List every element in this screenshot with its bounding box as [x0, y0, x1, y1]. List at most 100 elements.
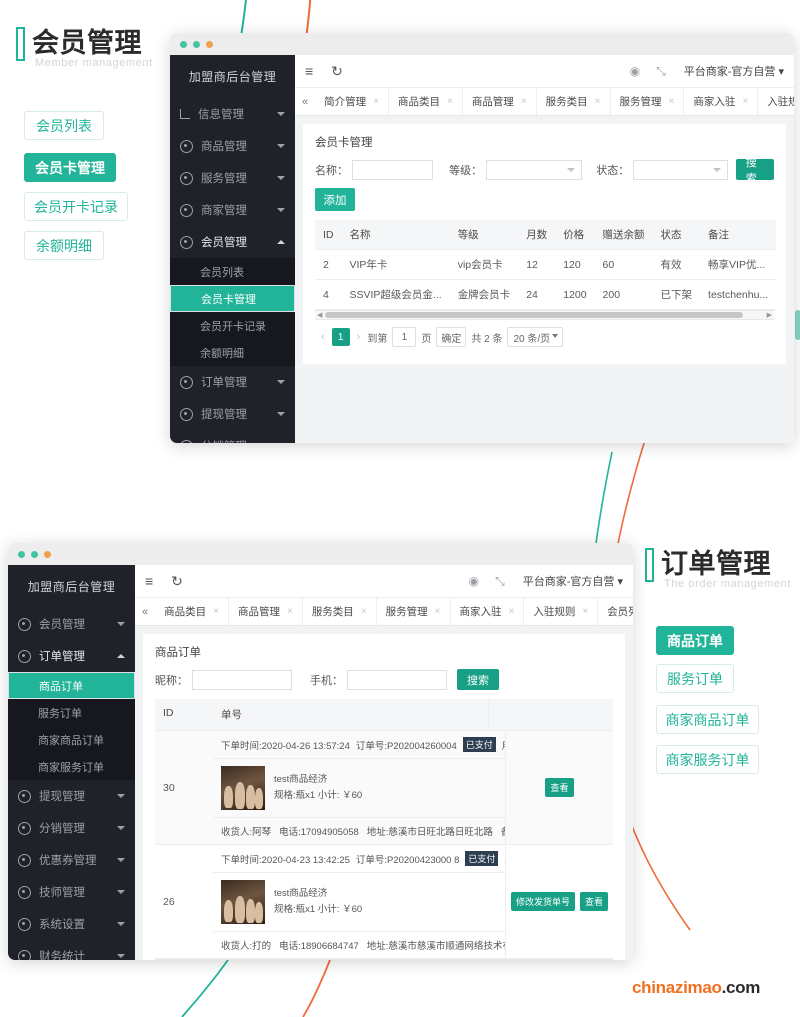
sidebar-item-提现管理[interactable]: 提现管理 — [8, 780, 135, 812]
tab-服务类目[interactable]: 服务类目 × — [537, 88, 611, 115]
confirm-button[interactable]: 确定 — [436, 327, 467, 347]
menu-collapse-icon[interactable]: ≡ — [145, 573, 153, 589]
tabs-scroll-left-icon[interactable]: « — [135, 606, 155, 618]
table-horizontal-scrollbar[interactable]: ◀ ▶ — [315, 310, 774, 320]
fullscreen-icon[interactable]: ⤡ — [656, 64, 666, 79]
window-maximize-dot[interactable] — [44, 550, 51, 558]
table-row[interactable]: 30 下单时间:2020-04-26 13:57:24 订单号:P2020042… — [155, 731, 613, 845]
phone-input[interactable] — [347, 669, 447, 690]
sidebar-item-分销管理[interactable]: 分销管理 — [8, 812, 135, 844]
search-button[interactable]: 搜索 — [735, 157, 775, 185]
tab-商品类目[interactable]: 商品类目 × — [155, 598, 229, 625]
sidebar-item-优惠券管理[interactable]: 优惠券管理 — [8, 844, 135, 876]
palette-icon[interactable]: ◉ — [630, 64, 640, 78]
level-select[interactable] — [486, 159, 583, 180]
sidebar-subitem-会员开卡记录[interactable]: 会员开卡记录 — [170, 312, 295, 339]
order-tag-服务订单[interactable]: 服务订单 — [656, 664, 734, 693]
add-button[interactable]: 添加 — [315, 188, 355, 211]
window-close-dot[interactable] — [180, 40, 187, 48]
user-menu[interactable]: 平台商家-官方自营 ▾ — [684, 63, 784, 79]
close-icon[interactable]: × — [435, 606, 441, 617]
member-tag-会员列表[interactable]: 会员列表 — [24, 111, 104, 140]
per-page-select[interactable]: 20 条/页 — [507, 327, 564, 347]
scroll-left-arrow-icon[interactable]: ◀ — [317, 311, 322, 319]
sidebar-subitem-商家服务订单[interactable]: 商家服务订单 — [8, 753, 135, 780]
tab-商家入驻[interactable]: 商家入驻 × — [451, 598, 525, 625]
sidebar-subitem-商家商品订单[interactable]: 商家商品订单 — [8, 726, 135, 753]
sidebar-item-分销管理[interactable]: 分销管理 — [170, 430, 295, 443]
refresh-icon[interactable]: ↻ — [331, 63, 343, 80]
tab-入驻规则[interactable]: 入驻规则 — [758, 88, 794, 115]
sidebar-item-订单管理[interactable]: 订单管理 — [8, 640, 135, 672]
close-icon[interactable]: × — [287, 606, 293, 617]
sidebar-item-会员管理[interactable]: 会员管理 — [8, 608, 135, 640]
tabs-scroll-left-icon[interactable]: « — [295, 96, 315, 108]
close-icon[interactable]: × — [669, 96, 675, 107]
table-row[interactable]: 26 下单时间:2020-04-23 13:42:25 订单号:P2020042… — [155, 845, 613, 959]
tab-简介管理[interactable]: 简介管理 × — [315, 88, 389, 115]
sidebar-subitem-会员列表[interactable]: 会员列表 — [170, 258, 295, 285]
name-input[interactable] — [352, 159, 434, 180]
page-number-1[interactable]: 1 — [331, 328, 350, 346]
order-tag-商家服务订单[interactable]: 商家服务订单 — [656, 745, 759, 774]
sidebar-subitem-会员卡管理[interactable]: 会员卡管理 — [170, 285, 295, 312]
tab-商品类目[interactable]: 商品类目 × — [389, 88, 463, 115]
close-icon[interactable]: × — [521, 96, 527, 107]
refresh-icon[interactable]: ↻ — [171, 573, 183, 590]
status-select[interactable] — [633, 159, 728, 180]
tab-商品管理[interactable]: 商品管理 × — [463, 88, 537, 115]
sidebar-item-信息管理[interactable]: 信息管理 — [170, 98, 295, 130]
goto-page-input[interactable]: 1 — [392, 327, 417, 347]
sidebar-item-商品管理[interactable]: 商品管理 — [170, 130, 295, 162]
sidebar-item-财务统计[interactable]: 财务统计 — [8, 940, 135, 960]
window-maximize-dot[interactable] — [206, 40, 213, 48]
sidebar-subitem-余额明细[interactable]: 余额明细 — [170, 339, 295, 366]
order-tag-商家商品订单[interactable]: 商家商品订单 — [656, 705, 759, 734]
nickname-input[interactable] — [192, 669, 292, 690]
tab-服务类目[interactable]: 服务类目 × — [303, 598, 377, 625]
search-button[interactable]: 搜索 — [457, 669, 499, 690]
view-button[interactable]: 查看 — [545, 778, 574, 797]
close-icon[interactable]: × — [361, 606, 367, 617]
member-tag-会员开卡记录[interactable]: 会员开卡记录 — [24, 192, 128, 221]
sidebar-item-订单管理[interactable]: 订单管理 — [170, 366, 295, 398]
sidebar-item-商家管理[interactable]: 商家管理 — [170, 194, 295, 226]
sidebar-subitem-商品订单[interactable]: 商品订单 — [8, 672, 135, 699]
view-button[interactable]: 查看 — [580, 892, 609, 911]
sidebar-item-技师管理[interactable]: 技师管理 — [8, 876, 135, 908]
palette-icon[interactable]: ◉ — [469, 574, 479, 588]
table-row[interactable]: 2 VIP年卡 vip会员卡 12 120 60 有效 畅享VIP优... — [315, 249, 777, 280]
close-icon[interactable]: × — [509, 606, 515, 617]
tab-服务管理[interactable]: 服务管理 × — [377, 598, 451, 625]
close-icon[interactable]: × — [213, 606, 219, 617]
close-icon[interactable]: × — [595, 96, 601, 107]
tab-服务管理[interactable]: 服务管理 × — [611, 88, 685, 115]
table-row[interactable]: 4 SSVIP超级会员金... 金牌会员卡 24 1200 200 已下架 te… — [315, 279, 777, 310]
member-tag-会员卡管理[interactable]: 会员卡管理 — [24, 153, 116, 182]
prev-page-icon[interactable]: ‹ — [319, 331, 327, 343]
fullscreen-icon[interactable]: ⤡ — [495, 574, 505, 589]
tab-商品管理[interactable]: 商品管理 × — [229, 598, 303, 625]
menu-collapse-icon[interactable]: ≡ — [305, 63, 313, 79]
close-icon[interactable]: × — [742, 96, 748, 107]
user-menu[interactable]: 平台商家-官方自营 ▾ — [523, 573, 623, 589]
sidebar-item-会员管理[interactable]: 会员管理 — [170, 226, 295, 258]
sidebar-item-系统设置[interactable]: 系统设置 — [8, 908, 135, 940]
table-horizontal-scrollbar[interactable]: ◀ ▶ — [155, 959, 613, 960]
edit-shipping-number-button[interactable]: 修改发货单号 — [510, 892, 575, 911]
sidebar-subitem-服务订单[interactable]: 服务订单 — [8, 699, 135, 726]
scrollbar-thumb[interactable] — [325, 312, 743, 318]
tab-商家入驻[interactable]: 商家入驻 × — [684, 88, 759, 115]
window-minimize-dot[interactable] — [31, 550, 38, 558]
window-close-dot[interactable] — [18, 550, 25, 558]
scroll-right-arrow-icon[interactable]: ▶ — [767, 311, 772, 319]
window-minimize-dot[interactable] — [193, 40, 200, 48]
sidebar-item-提现管理[interactable]: 提现管理 — [170, 398, 295, 430]
next-page-icon[interactable]: › — [355, 331, 363, 343]
close-icon[interactable]: × — [582, 606, 588, 617]
sidebar-item-服务管理[interactable]: 服务管理 — [170, 162, 295, 194]
member-tag-余额明细[interactable]: 余额明细 — [24, 231, 104, 260]
close-icon[interactable]: × — [373, 96, 379, 107]
tab-会员列表[interactable]: 会员列表 — [598, 598, 633, 625]
order-tag-商品订单[interactable]: 商品订单 — [656, 626, 734, 655]
